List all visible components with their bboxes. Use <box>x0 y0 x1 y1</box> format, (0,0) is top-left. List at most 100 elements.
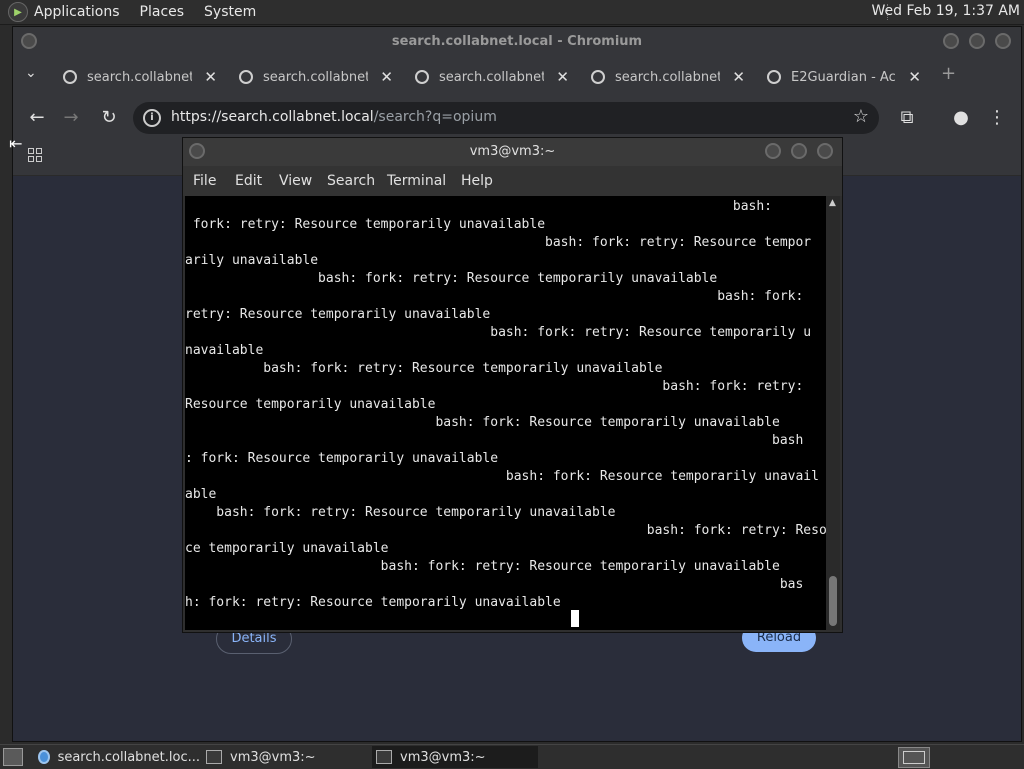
applications-menu[interactable]: Applications <box>34 4 120 20</box>
close-tab-icon[interactable]: ✕ <box>908 68 921 86</box>
terminal-line: bash: fork: retry: Resour <box>185 523 826 538</box>
terminal-line: bash: fork: retry: <box>185 379 804 394</box>
window-title: search.collabnet.local - Chromium <box>13 27 1021 57</box>
menu-search[interactable]: Search <box>327 173 375 189</box>
menu-file[interactable]: File <box>193 173 216 189</box>
tab[interactable]: search.collabnet.local ✕ <box>59 63 227 91</box>
tab-title: search.collabnet.local <box>263 69 368 85</box>
globe-icon <box>63 70 77 84</box>
terminal-menubar: File Edit View Search Terminal Help <box>183 166 842 196</box>
workspace-thumbnail[interactable] <box>903 751 925 764</box>
tab-title: search.collabnet.local <box>439 69 544 85</box>
close-tab-icon[interactable]: ✕ <box>556 68 569 86</box>
text-cursor <box>571 610 579 627</box>
taskbar-item-label: vm3@vm3:~ <box>400 749 486 765</box>
terminal-window-menu-button[interactable] <box>189 143 205 159</box>
terminal-maximize-button[interactable] <box>791 143 807 159</box>
terminal-scrollbar[interactable]: ▲ <box>826 196 840 630</box>
terminal-line: navailable <box>185 343 264 358</box>
terminal-icon <box>376 750 392 764</box>
maximize-button[interactable] <box>969 33 985 49</box>
url-host: https://search.collabnet.local <box>171 109 374 125</box>
terminal-line: : fork: Resource temporarily unavailable <box>185 451 499 466</box>
show-desktop-icon[interactable] <box>3 748 23 766</box>
tab-title: search.collabnet.local <box>87 69 192 85</box>
url-text[interactable]: https://search.collabnet.local/search?q=… <box>171 109 497 125</box>
menu-edit[interactable]: Edit <box>235 173 262 189</box>
terminal-line: bash: fork: retry: Resource temporarily … <box>185 361 663 376</box>
terminal-line: bash: <box>185 199 772 214</box>
globe-icon <box>767 70 781 84</box>
menu-terminal[interactable]: Terminal <box>387 173 446 189</box>
new-tab-plus-icon[interactable]: + <box>941 63 956 84</box>
tab[interactable]: search.collabnet.local ✕ <box>411 63 579 91</box>
terminal-close-button[interactable] <box>817 143 833 159</box>
window-menu-button[interactable] <box>21 33 37 49</box>
terminal-line: bash: fork: Resource temporarily unavail… <box>185 415 780 430</box>
terminal-line: bash <box>185 433 804 448</box>
terminal-title: vm3@vm3:~ <box>183 138 842 166</box>
terminal-line: bash: fork: <box>185 289 804 304</box>
back-arrow-icon[interactable]: ← <box>25 106 49 130</box>
taskbar-item-chromium[interactable]: search.collabnet.loc... <box>38 746 200 768</box>
terminal-line: bash: fork: retry: Resource temporarily … <box>185 505 616 520</box>
url-path: /search?q=opium <box>373 109 497 125</box>
clock[interactable]: Wed Feb 19, 1:37 AM <box>872 3 1020 19</box>
tab[interactable]: E2Guardian - Access Denied ✕ <box>763 63 931 91</box>
taskbar-item-terminal-active[interactable]: vm3@vm3:~ <box>372 746 538 768</box>
tab-title: search.collabnet.local <box>615 69 720 85</box>
terminal-line: Resource temporarily unavailable <box>185 397 436 412</box>
profile-avatar-icon[interactable]: ● <box>949 106 973 130</box>
terminal-minimize-button[interactable] <box>765 143 781 159</box>
menu-view[interactable]: View <box>279 173 312 189</box>
terminal-icon <box>206 750 222 764</box>
terminal-line: ce temporarily unavailable <box>185 541 389 556</box>
taskbar-item-terminal[interactable]: vm3@vm3:~ <box>206 746 366 768</box>
close-window-button[interactable] <box>995 33 1011 49</box>
terminal-line: fork: retry: Resource temporarily unavai… <box>185 217 546 232</box>
close-tab-icon[interactable]: ✕ <box>204 68 217 86</box>
terminal-line: able <box>185 487 217 502</box>
terminal-line: bas <box>185 577 804 592</box>
terminal-line: h: fork: retry: Resource temporarily una… <box>185 595 561 610</box>
bookmark-star-icon[interactable]: ☆ <box>853 106 869 127</box>
close-tab-icon[interactable]: ✕ <box>380 68 393 86</box>
apps-grid-icon[interactable] <box>28 148 42 162</box>
places-menu[interactable]: Places <box>140 4 185 20</box>
terminal-window: vm3@vm3:~ File Edit View Search Terminal… <box>182 137 843 633</box>
workspace-switcher[interactable] <box>898 747 930 768</box>
globe-icon <box>415 70 429 84</box>
system-menu[interactable]: System <box>204 4 256 20</box>
site-info-icon[interactable]: i <box>143 109 161 127</box>
terminal-line: bash: fork: retry: Resource temporarily … <box>185 559 780 574</box>
tab-title: E2Guardian - Access Denied <box>791 69 896 85</box>
scrollbar-thumb[interactable] <box>829 576 837 626</box>
globe-icon <box>239 70 253 84</box>
terminal-line: retry: Resource temporarily unavailable <box>185 307 491 322</box>
terminal-output[interactable]: bash: fork: retry: Resource temporarily … <box>185 196 826 630</box>
close-tab-icon[interactable]: ✕ <box>732 68 745 86</box>
reload-icon[interactable]: ↻ <box>97 106 121 130</box>
tab[interactable]: search.collabnet.local ✕ <box>587 63 755 91</box>
taskbar-item-label: search.collabnet.loc... <box>57 749 200 765</box>
extensions-puzzle-icon[interactable]: ⧉ <box>895 106 919 130</box>
scroll-up-arrow-icon[interactable]: ▲ <box>829 198 836 208</box>
terminal-line: bash: fork: retry: Resource temporarily … <box>185 271 718 286</box>
address-bar[interactable]: i https://search.collabnet.local/search?… <box>133 102 879 134</box>
globe-icon <box>591 70 605 84</box>
minimize-button[interactable] <box>943 33 959 49</box>
tab-strip: ⌄ search.collabnet.local ✕ search.collab… <box>13 57 1021 97</box>
browser-toolbar: ← → ↻ i https://search.collabnet.local/s… <box>13 97 1021 139</box>
distro-logo-icon[interactable]: ▶ <box>8 2 28 22</box>
terminal-line: bash: fork: retry: Resource temporarily … <box>185 325 812 340</box>
tab-search-chevron-down-icon[interactable]: ⌄ <box>25 65 37 81</box>
resize-cursor-icon: ⇤ <box>9 134 23 153</box>
menu-kebab-icon[interactable]: ⋮ <box>985 106 1009 130</box>
bottom-taskbar: search.collabnet.loc... vm3@vm3:~ vm3@vm… <box>0 744 1024 769</box>
top-panel: ▶ Applications Places System Wed Feb 19,… <box>0 0 1024 25</box>
forward-arrow-icon[interactable]: → <box>59 106 83 130</box>
menu-help[interactable]: Help <box>461 173 493 189</box>
chromium-icon <box>38 750 50 764</box>
terminal-line: bash: fork: Resource temporarily unavail <box>185 469 819 484</box>
tab[interactable]: search.collabnet.local ✕ <box>235 63 403 91</box>
